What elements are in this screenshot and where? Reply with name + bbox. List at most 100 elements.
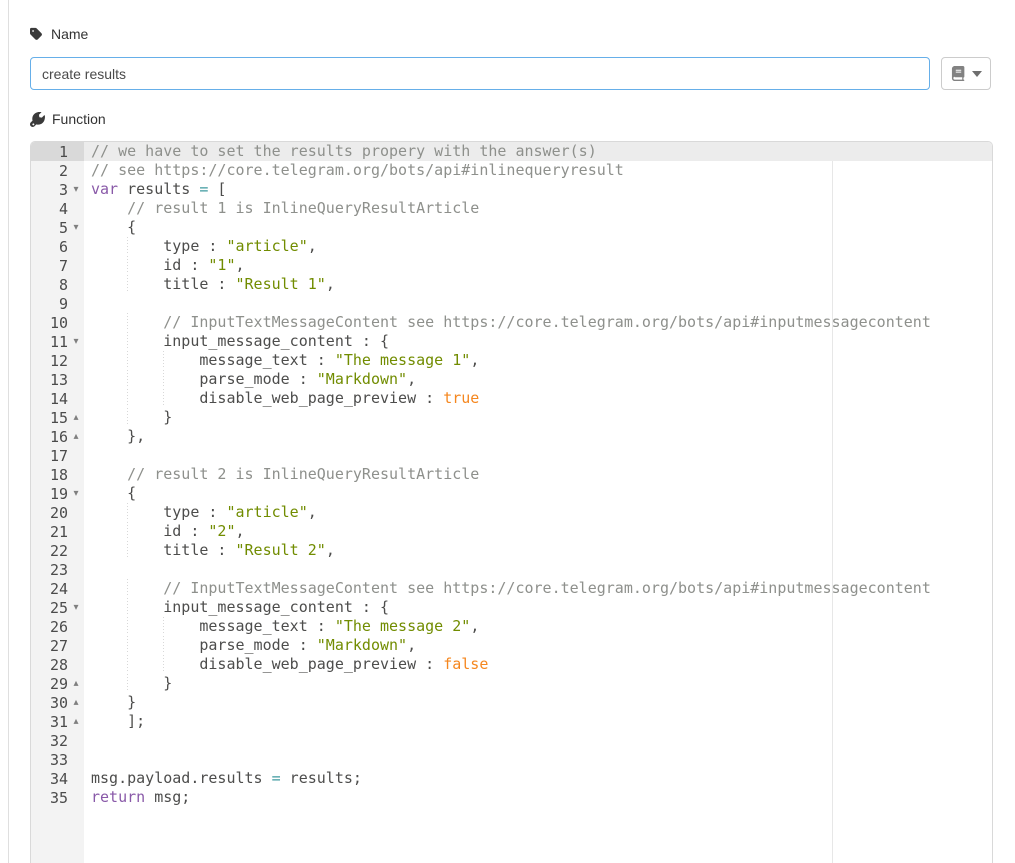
code-line-text[interactable]: input_message_content : {	[84, 598, 992, 617]
code-line-text[interactable]	[84, 294, 992, 313]
code-line: 20 type : "article",	[31, 503, 992, 522]
code-line-text[interactable]: ];	[84, 712, 992, 731]
code-line: 22 title : "Result 2",	[31, 541, 992, 560]
code-line: 21 id : "2",	[31, 522, 992, 541]
line-number: 30▴	[31, 693, 84, 712]
line-number: 14	[31, 389, 84, 408]
code-line: 3▾var results = [	[31, 180, 992, 199]
line-number: 31▴	[31, 712, 84, 731]
code-line-text[interactable]: // see https://core.telegram.org/bots/ap…	[84, 161, 992, 180]
code-line-text[interactable]: },	[84, 427, 992, 446]
code-line: 32	[31, 731, 992, 750]
code-line: 6 type : "article",	[31, 237, 992, 256]
code-line-text[interactable]: type : "article",	[84, 503, 992, 522]
code-line-text[interactable]: {	[84, 218, 992, 237]
line-number: 28	[31, 655, 84, 674]
code-line-text[interactable]: var results = [	[84, 180, 992, 199]
fold-toggle-icon[interactable]: ▾	[68, 484, 84, 503]
code-line-text[interactable]	[84, 731, 992, 750]
code-line: 17	[31, 446, 992, 465]
line-number: 23	[31, 560, 84, 579]
code-line: 16▴ },	[31, 427, 992, 446]
name-label-row: Name	[30, 26, 88, 42]
code-line-text[interactable]: {	[84, 484, 992, 503]
library-button[interactable]	[941, 57, 991, 90]
code-line-text[interactable]: // InputTextMessageContent see https://c…	[84, 313, 992, 332]
fold-toggle-icon[interactable]: ▾	[68, 218, 84, 237]
code-line: 13 parse_mode : "Markdown",	[31, 370, 992, 389]
code-line: 2// see https://core.telegram.org/bots/a…	[31, 161, 992, 180]
code-line: 11▾ input_message_content : {	[31, 332, 992, 351]
code-line-text[interactable]: }	[84, 693, 992, 712]
fold-toggle-icon[interactable]: ▴	[68, 693, 84, 712]
code-line-text[interactable]	[84, 560, 992, 579]
code-line-text[interactable]: msg.payload.results = results;	[84, 769, 992, 788]
name-label: Name	[51, 26, 88, 42]
code-line-text[interactable]: }	[84, 408, 992, 427]
fold-toggle-icon[interactable]: ▴	[68, 712, 84, 731]
code-line: 15▴ }	[31, 408, 992, 427]
code-line: 19▾ {	[31, 484, 992, 503]
code-line: 26 message_text : "The message 2",	[31, 617, 992, 636]
caret-down-icon	[972, 71, 982, 77]
code-line: 29▴ }	[31, 674, 992, 693]
line-number: 5▾	[31, 218, 84, 237]
fold-toggle-icon[interactable]: ▴	[68, 674, 84, 693]
code-line: 7 id : "1",	[31, 256, 992, 275]
line-number: 21	[31, 522, 84, 541]
code-line-text[interactable]: }	[84, 674, 992, 693]
fold-toggle-icon[interactable]: ▴	[68, 408, 84, 427]
line-number: 17	[31, 446, 84, 465]
code-line-text[interactable]: input_message_content : {	[84, 332, 992, 351]
code-line-text[interactable]: message_text : "The message 2",	[84, 617, 992, 636]
wrench-icon	[30, 112, 45, 127]
code-line-text[interactable]: parse_mode : "Markdown",	[84, 370, 992, 389]
line-number: 27	[31, 636, 84, 655]
code-line-text[interactable]: id : "1",	[84, 256, 992, 275]
code-line-text[interactable]: parse_mode : "Markdown",	[84, 636, 992, 655]
line-number: 1	[31, 142, 84, 161]
code-line: 28 disable_web_page_preview : false	[31, 655, 992, 674]
fold-toggle-icon[interactable]: ▾	[68, 180, 84, 199]
code-line-text[interactable]	[84, 446, 992, 465]
code-line-text[interactable]: id : "2",	[84, 522, 992, 541]
line-number: 9	[31, 294, 84, 313]
line-number: 3▾	[31, 180, 84, 199]
line-number: 33	[31, 750, 84, 769]
code-line-text[interactable]: disable_web_page_preview : false	[84, 655, 992, 674]
line-number: 11▾	[31, 332, 84, 351]
code-line: 5▾ {	[31, 218, 992, 237]
code-line-text[interactable]: // we have to set the results propery wi…	[84, 142, 992, 161]
code-line-text[interactable]: type : "article",	[84, 237, 992, 256]
line-number: 15▴	[31, 408, 84, 427]
code-line-text[interactable]	[84, 750, 992, 769]
book-icon	[951, 66, 966, 81]
code-line: 1// we have to set the results propery w…	[31, 142, 992, 161]
code-line-text[interactable]: disable_web_page_preview : true	[84, 389, 992, 408]
line-number: 2	[31, 161, 84, 180]
code-line: 34msg.payload.results = results;	[31, 769, 992, 788]
code-line: 8 title : "Result 1",	[31, 275, 992, 294]
function-label: Function	[52, 111, 106, 127]
fold-toggle-icon[interactable]: ▾	[68, 332, 84, 351]
code-line-text[interactable]: title : "Result 2",	[84, 541, 992, 560]
code-line-text[interactable]: // result 2 is InlineQueryResultArticle	[84, 465, 992, 484]
code-line: 33	[31, 750, 992, 769]
line-number: 26	[31, 617, 84, 636]
fold-toggle-icon[interactable]: ▾	[68, 598, 84, 617]
code-line-text[interactable]: // result 1 is InlineQueryResultArticle	[84, 199, 992, 218]
code-line-text[interactable]: title : "Result 1",	[84, 275, 992, 294]
line-number: 13	[31, 370, 84, 389]
code-line-text[interactable]: message_text : "The message 1",	[84, 351, 992, 370]
line-number: 4	[31, 199, 84, 218]
line-number: 18	[31, 465, 84, 484]
name-input[interactable]	[30, 57, 930, 90]
code-line-text[interactable]: // InputTextMessageContent see https://c…	[84, 579, 992, 598]
fold-toggle-icon[interactable]: ▴	[68, 427, 84, 446]
code-line: 4 // result 1 is InlineQueryResultArticl…	[31, 199, 992, 218]
code-rows: 1// we have to set the results propery w…	[31, 142, 992, 807]
function-code-editor[interactable]: 1// we have to set the results propery w…	[30, 141, 993, 863]
line-number: 29▴	[31, 674, 84, 693]
code-line: 27 parse_mode : "Markdown",	[31, 636, 992, 655]
code-line-text[interactable]: return msg;	[84, 788, 992, 807]
